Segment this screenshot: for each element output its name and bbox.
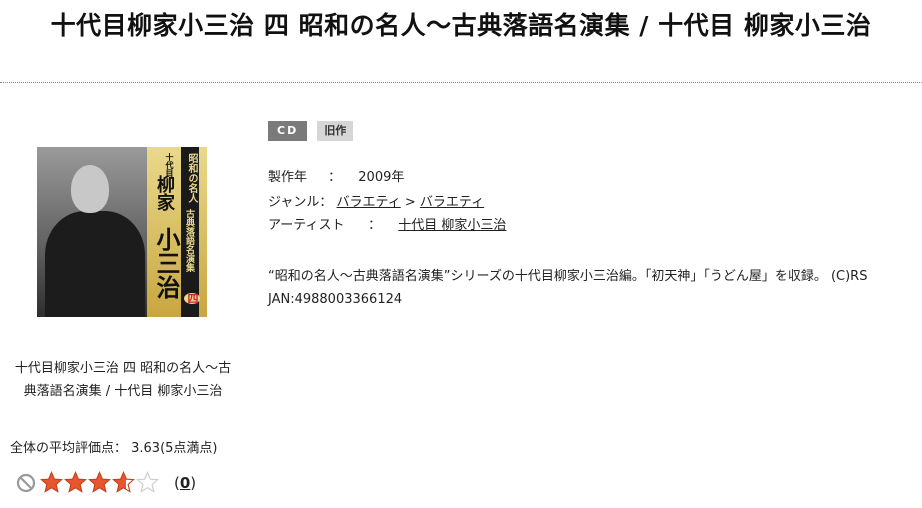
cover-name-text: 小三治 [152,227,181,299]
cover-family-text: 柳家 [154,175,175,211]
artist-separator: ： [368,218,382,233]
no-entry-icon[interactable] [16,473,36,493]
artist-link[interactable]: 十代目 柳家小三治 [398,218,506,233]
album-cover[interactable]: 昭和の名人 古典落語名演集 十代目 柳家 小三治 四 [37,147,207,317]
jan-code: JAN:4988003366124 [268,292,403,307]
meta-year: 製作年 ： 2009年 [268,166,404,185]
cover-subtitle-text: 古典落語名演集 [184,209,194,272]
meta-artist: アーティスト ： 十代目 柳家小三治 [268,214,506,233]
star-icon[interactable] [88,471,111,494]
artist-label: アーティスト [268,218,345,233]
rating-row: (0) [16,471,196,494]
genre-label: ジャンル： [268,195,333,210]
description-text: “昭和の名人～古典落語名演集”シリーズの十代目柳家小三治編。「初天神」「うどん屋… [268,269,868,284]
divider [0,82,922,83]
description: “昭和の名人～古典落語名演集”シリーズの十代目柳家小三治編。「初天神」「うどん屋… [268,265,867,311]
star-icon[interactable] [40,471,63,494]
year-label: 製作年 [268,170,308,185]
genre-link-secondary[interactable]: バラエティ [420,195,484,210]
star-icon[interactable] [64,471,87,494]
cover-caption: 十代目柳家小三治 四 昭和の名人～古 典落語名演集 / 十代目 柳家小三治 [0,357,246,403]
meta-genre: ジャンル： バラエティ > バラエティ [268,191,484,210]
year-separator: ： [328,170,342,185]
genre-link-primary[interactable]: バラエティ [337,195,401,210]
caption-line-1: 十代目柳家小三治 四 昭和の名人～古 [14,361,232,376]
genre-separator: > [404,195,416,210]
star-icon[interactable] [136,471,159,494]
status-badge: 旧作 [317,121,354,141]
star-rating[interactable] [40,471,160,494]
badge-row: CD 旧作 [268,119,358,141]
cover-figure-body [45,211,145,317]
cover-series-text: 昭和の名人 [186,153,197,203]
year-value: 2009年 [358,170,405,185]
page-title: 十代目柳家小三治 四 昭和の名人～古典落語名演集 / 十代目 柳家小三治 [50,11,872,40]
review-count-close-paren: ) [190,473,197,492]
review-count: (0) [174,474,196,492]
review-count-link[interactable]: 0 [180,474,190,492]
cover-volume-text: 四 [184,293,200,304]
star-icon[interactable] [112,471,135,494]
caption-line-2: 典落語名演集 / 十代目 柳家小三治 [23,384,223,399]
average-rating-text: 全体の平均評価点： 3.63(5点満点) [10,441,218,456]
cover-figure-head [71,165,109,213]
cover-rank-text: 十代目 [165,153,175,177]
format-badge: CD [268,121,308,141]
